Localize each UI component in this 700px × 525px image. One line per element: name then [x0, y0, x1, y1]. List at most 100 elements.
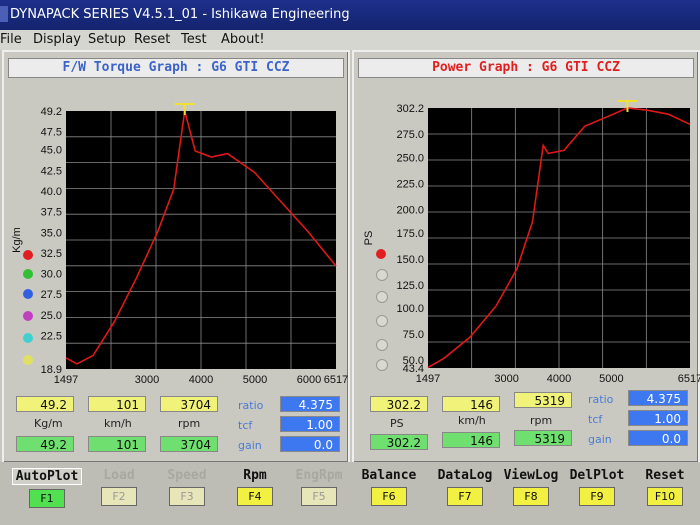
x-tick-label: 6517 — [678, 373, 700, 385]
torque-gain-label: gain — [238, 439, 262, 452]
yellow-series-icon[interactable] — [23, 355, 33, 365]
fkey-label: EngRpm — [295, 468, 343, 483]
menu-about[interactable]: About! — [221, 32, 265, 47]
y-tick-label: 25.0 — [41, 310, 62, 322]
torque-value2-box: 49.2 — [16, 436, 74, 452]
fkey-f10[interactable]: Reset F10 — [630, 468, 700, 506]
torque-speed2-box: 101 — [88, 436, 146, 452]
torque-ratio-label: ratio — [238, 399, 264, 412]
fkey-f8[interactable]: ViewLog F8 — [496, 468, 566, 506]
fkey-button[interactable]: F4 — [237, 487, 273, 506]
fkey-label: Rpm — [243, 468, 267, 483]
window-title: DYNAPACK SERIES V4.5.1_01 - Ishikawa Eng… — [10, 7, 350, 22]
fkey-f7[interactable]: DataLog F7 — [430, 468, 500, 506]
cyan-series-icon[interactable] — [23, 333, 33, 343]
fkey-button[interactable]: F5 — [301, 487, 337, 506]
x-tick-label: 3000 — [494, 373, 518, 385]
torque-chart: 49.2 47.5 45.0 42.5 40.0 37.5 35.0 32.5 30.0 27.5… — [11, 103, 348, 405]
y-tick-label: 225.0 — [396, 178, 424, 190]
system-menu-icon[interactable] — [0, 6, 8, 22]
y-tick-label: 32.5 — [41, 248, 62, 260]
torque-ratio-value[interactable]: 4.375 — [280, 396, 340, 412]
power-rpm-unit-label: rpm — [530, 414, 553, 427]
fkey-f3[interactable]: Speed F3 — [152, 468, 222, 506]
x-tick-label: 5000 — [599, 373, 623, 385]
x-tick-label: 6000 — [297, 374, 321, 386]
fkey-label: ViewLog — [503, 468, 559, 483]
y-tick-label: 200.0 — [396, 204, 424, 216]
menu-display[interactable]: Display — [33, 32, 81, 47]
fkey-label: Load — [103, 468, 135, 483]
fkey-button[interactable]: F10 — [647, 487, 683, 506]
x-tick-label: 4000 — [189, 374, 213, 386]
menu-file[interactable]: File — [0, 32, 22, 47]
series-icon-4[interactable] — [376, 315, 388, 327]
fkey-button[interactable]: F1 — [29, 489, 65, 508]
x-tick-label: 1497 — [54, 374, 78, 386]
fkey-f6[interactable]: Balance F6 — [354, 468, 424, 506]
power-tcf-value[interactable]: 1.00 — [628, 410, 688, 426]
series-icon-6[interactable] — [376, 359, 388, 371]
y-tick-label: 37.5 — [41, 207, 62, 219]
torque-tcf-label: tcf — [238, 419, 253, 432]
fkey-button[interactable]: F2 — [101, 487, 137, 506]
power-value2-box: 302.2 — [370, 434, 428, 450]
y-axis-label: Kg/m — [11, 227, 23, 253]
menu-setup[interactable]: Setup — [88, 32, 126, 47]
power-panel: Power Graph : G6 GTI CCZ 302.2 275.0 250.0… — [352, 50, 700, 464]
torque-unit-label: Kg/m — [34, 417, 63, 430]
y-tick-label: 49.2 — [41, 106, 62, 118]
torque-tcf-value[interactable]: 1.00 — [280, 416, 340, 432]
y-tick-label: 47.5 — [41, 127, 62, 139]
power-graph-title: Power Graph : G6 GTI CCZ — [358, 58, 694, 78]
fkey-button[interactable]: F9 — [579, 487, 615, 506]
series-icon-3[interactable] — [376, 291, 388, 303]
fkey-f5[interactable]: EngRpm F5 — [284, 468, 354, 506]
y-tick-label: 27.5 — [41, 289, 62, 301]
magenta-series-icon[interactable] — [23, 311, 33, 321]
torque-panel: F/W Torque Graph : G6 GTI CCZ 49.2 47.5 45… — [2, 50, 350, 464]
fkey-button[interactable]: F7 — [447, 487, 483, 506]
y-tick-label: 250.0 — [396, 152, 424, 164]
red-series-icon[interactable] — [23, 250, 33, 260]
y-tick-label: 125.0 — [396, 280, 424, 292]
torque-speed-box: 101 — [88, 396, 146, 412]
fkey-label: DataLog — [437, 468, 493, 483]
power-tcf-label: tcf — [588, 413, 603, 426]
fkey-button[interactable]: F6 — [371, 487, 407, 506]
torque-gain-value[interactable]: 0.0 — [280, 436, 340, 452]
menu-reset[interactable]: Reset — [134, 32, 170, 47]
fkey-f4[interactable]: Rpm F4 — [220, 468, 290, 506]
power-rpm-box: 5319 — [514, 392, 572, 408]
fkey-f9[interactable]: DelPlot F9 — [562, 468, 632, 506]
fkey-f2[interactable]: Load F2 — [84, 468, 154, 506]
blue-series-icon[interactable] — [23, 289, 33, 299]
y-tick-label: 302.2 — [396, 103, 424, 115]
y-tick-label: 100.0 — [396, 303, 424, 315]
y-tick-label: 42.5 — [41, 165, 62, 177]
y-tick-label: 40.0 — [41, 186, 62, 198]
torque-value-box: 49.2 — [16, 396, 74, 412]
green-series-icon[interactable] — [23, 269, 33, 279]
torque-graph-title: F/W Torque Graph : G6 GTI CCZ — [8, 58, 344, 78]
torque-speed-unit-label: km/h — [104, 417, 132, 430]
window-titlebar: DYNAPACK SERIES V4.5.1_01 - Ishikawa Eng… — [0, 0, 700, 30]
fkey-f1[interactable]: AutoPlot F1 — [12, 468, 82, 508]
series-icon-2[interactable] — [376, 269, 388, 281]
y-tick-label: 35.0 — [41, 227, 62, 239]
power-gain-value[interactable]: 0.0 — [628, 430, 688, 446]
menu-test[interactable]: Test — [181, 32, 207, 47]
y-tick-label: 175.0 — [396, 228, 424, 240]
power-ratio-value[interactable]: 4.375 — [628, 390, 688, 406]
power-ratio-label: ratio — [588, 393, 614, 406]
x-tick-label: 6517 — [324, 374, 348, 386]
torque-rpm-box: 3704 — [160, 396, 218, 412]
power-gain-label: gain — [588, 433, 612, 446]
fkey-button[interactable]: F8 — [513, 487, 549, 506]
fkey-button[interactable]: F3 — [169, 487, 205, 506]
function-key-bar: AutoPlot F1 Load F2 Speed F3 Rpm F4 EngRpm F5 Bala… — [0, 462, 700, 525]
series-icon-5[interactable] — [376, 339, 388, 351]
power-speed-box: 146 — [442, 396, 500, 412]
y-tick-label: 275.0 — [396, 129, 424, 141]
red-series-icon[interactable] — [376, 249, 386, 259]
